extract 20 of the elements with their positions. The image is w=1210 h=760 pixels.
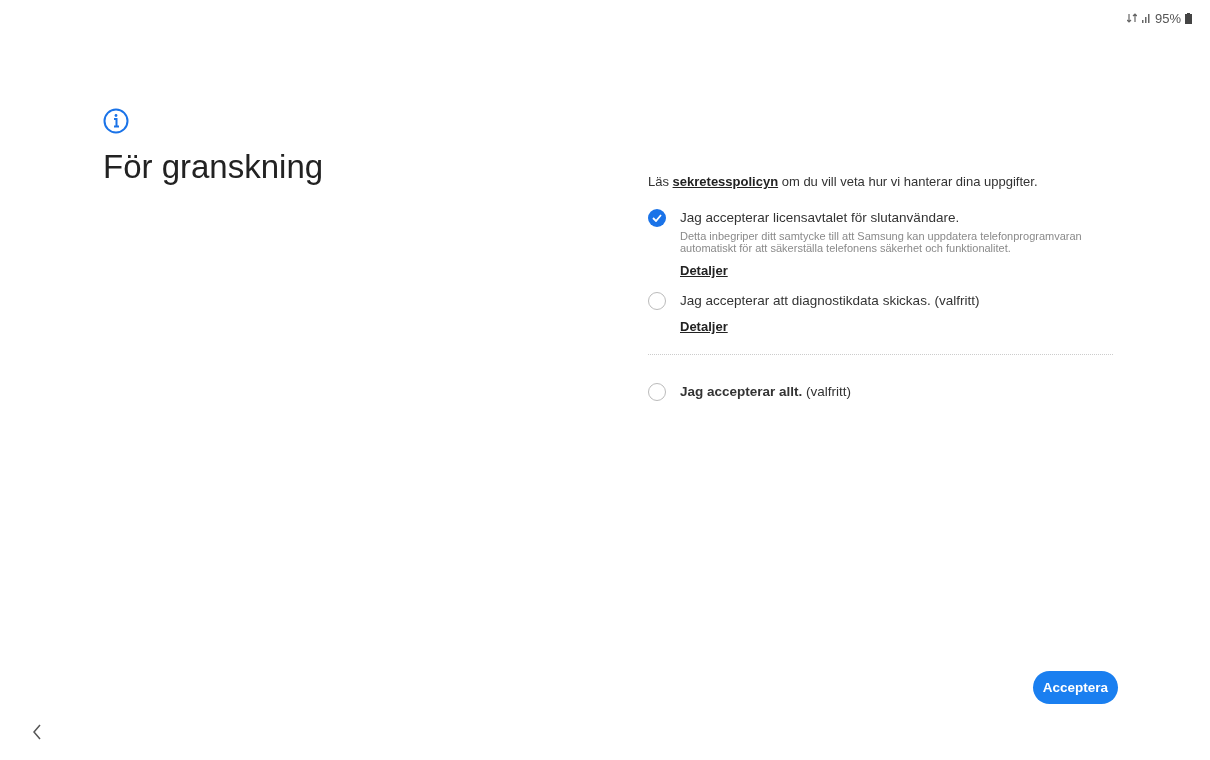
option-label: Jag accepterar allt. (valfritt) [680,383,852,401]
signal-icon [1140,13,1151,23]
details-link[interactable]: Detaljer [680,319,980,334]
checkbox[interactable] [648,383,666,401]
checkbox[interactable] [648,209,666,227]
accept-button[interactable]: Acceptera [1032,671,1118,704]
battery-percent: 95% [1154,10,1181,26]
privacy-notice: Läs sekretesspolicyn om du vill veta hur vi hanterar dina uppgifter. [648,174,1039,189]
option-description: Detta inbegriper ditt samtycke till att Samsung kan uppdatera telefonprogramvaran automatiskt för att säkerställa telefonens säkerhet och funktionalitet. [680,230,1083,254]
option-label: Jag accepterar att diagnostikdata skickas. (valfritt) [680,292,980,310]
checkmark-icon [652,214,662,222]
page-title: För granskning [102,148,325,186]
option-label: Jag accepterar licensavtalet för slutanvändare. [680,209,961,227]
info-icon [103,108,129,134]
back-icon[interactable] [32,724,42,740]
battery-icon [1185,12,1192,24]
checkbox[interactable] [648,292,666,310]
network-icon [1126,13,1137,23]
details-link[interactable]: Detaljer [680,263,1090,278]
privacy-policy-link[interactable]: sekretesspolicyn [672,174,779,189]
